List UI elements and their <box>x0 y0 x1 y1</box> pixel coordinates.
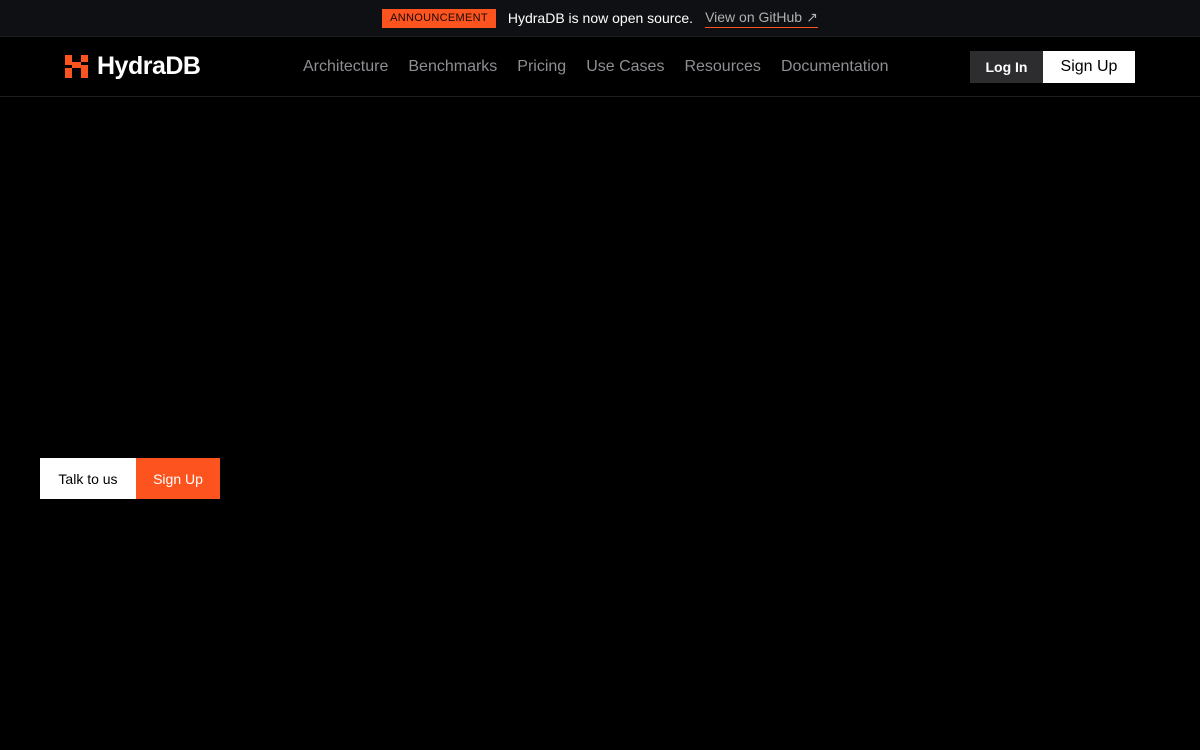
announcement-badge: ANNOUNCEMENT <box>382 8 496 28</box>
nav-link-pricing[interactable]: Pricing <box>517 58 566 76</box>
brand-logo[interactable]: HydraDB <box>65 51 201 80</box>
nav-link-resources[interactable]: Resources <box>684 58 760 76</box>
nav-signup-button[interactable]: Sign Up <box>1043 51 1135 83</box>
talk-to-us-button[interactable]: Talk to us <box>40 458 136 499</box>
external-arrow-icon: ↗ <box>806 8 818 25</box>
page: ANNOUNCEMENT HydraDB is now open source.… <box>0 0 1200 750</box>
nav-link-benchmarks[interactable]: Benchmarks <box>408 58 497 76</box>
brand-name: HydraDB <box>97 51 201 80</box>
hero-signup-button[interactable]: Sign Up <box>136 458 220 499</box>
navbar: HydraDB Architecture Benchmarks Pricing … <box>0 37 1200 97</box>
nav-link-architecture[interactable]: Architecture <box>303 58 388 76</box>
hero-cta-group: Talk to us Sign Up <box>40 458 220 499</box>
nav-links: Architecture Benchmarks Pricing Use Case… <box>303 57 889 77</box>
login-button[interactable]: Log In <box>970 51 1043 83</box>
nav-link-documentation[interactable]: Documentation <box>781 58 889 76</box>
nav-link-use-cases[interactable]: Use Cases <box>586 58 664 76</box>
announcement-bar: ANNOUNCEMENT HydraDB is now open source.… <box>0 0 1200 37</box>
view-on-github-link[interactable]: View on GitHub ↗ <box>705 9 818 28</box>
hydradb-logo-icon <box>65 54 88 78</box>
github-link-label: View on GitHub <box>705 8 803 25</box>
announcement-text: HydraDB is now open source. <box>507 10 694 26</box>
